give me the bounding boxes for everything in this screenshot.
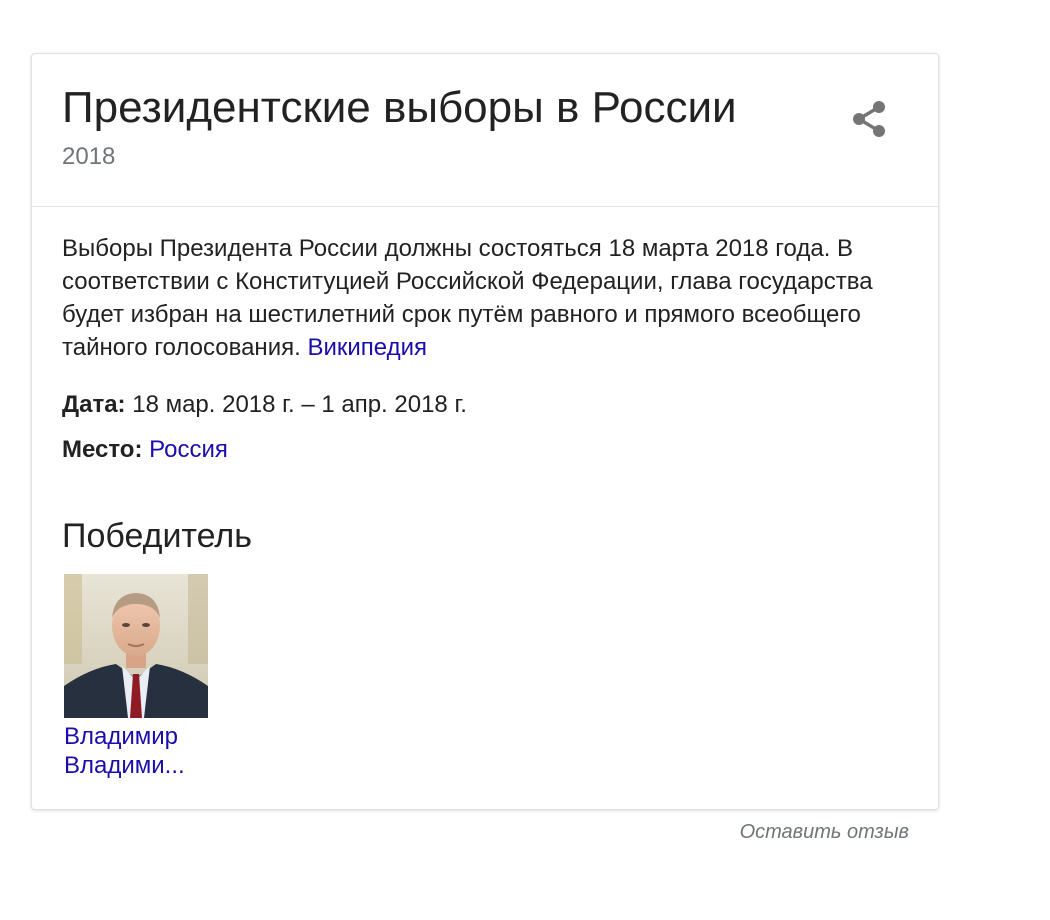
fact-place-link[interactable]: Россия bbox=[149, 436, 228, 463]
knowledge-panel-card: Президентские выборы в России 2018 Выбор… bbox=[31, 53, 939, 810]
description: Выборы Президента России должны состоять… bbox=[62, 232, 912, 364]
feedback-link[interactable]: Оставить отзыв bbox=[740, 819, 909, 845]
page-subtitle: 2018 bbox=[62, 143, 116, 170]
winner-name-line2: Владими... bbox=[64, 752, 185, 779]
winner-photo[interactable] bbox=[64, 574, 208, 718]
winner-name-link[interactable]: Владимир Владими... bbox=[64, 722, 214, 780]
fact-place-label: Место: bbox=[62, 436, 143, 463]
fact-date-label: Дата: bbox=[62, 391, 126, 418]
winner-name-line1: Владимир bbox=[64, 723, 179, 750]
share-icon bbox=[853, 101, 885, 137]
fact-date: Дата: 18 мар. 2018 г. – 1 апр. 2018 г. bbox=[62, 388, 467, 421]
section-title-winner: Победитель bbox=[62, 517, 252, 555]
page-title: Президентские выборы в России bbox=[62, 83, 737, 132]
fact-date-value: 18 мар. 2018 г. – 1 апр. 2018 г. bbox=[132, 391, 467, 418]
winner-item[interactable]: Владимир Владими... bbox=[64, 574, 214, 780]
share-button[interactable] bbox=[848, 98, 892, 142]
card-header: Президентские выборы в России 2018 bbox=[32, 54, 938, 207]
fact-place: Место: Россия bbox=[62, 433, 228, 466]
description-text: Выборы Президента России должны состоять… bbox=[62, 235, 873, 361]
wikipedia-link[interactable]: Википедия bbox=[307, 334, 427, 361]
